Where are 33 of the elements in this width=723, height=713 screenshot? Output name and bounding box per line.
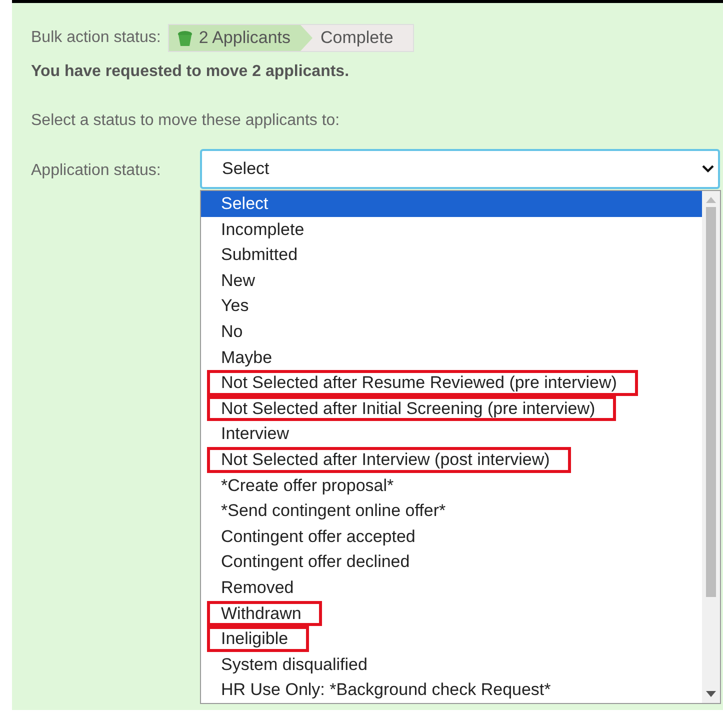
dropdown-option[interactable]: No xyxy=(201,318,702,345)
field-label: Application status: xyxy=(31,161,162,181)
scrollbar[interactable] xyxy=(702,191,720,703)
dropdown-option[interactable]: New xyxy=(201,268,702,294)
dropdown-option[interactable]: Contingent offer accepted xyxy=(201,524,702,550)
dropdown-option[interactable]: Contingent offer declined xyxy=(201,549,702,575)
status-dropdown[interactable]: Select xyxy=(200,149,720,189)
dropdown-option[interactable]: Not Selected after Resume Reviewed (pre interview) xyxy=(207,370,638,396)
dropdown-option[interactable]: Removed xyxy=(201,574,702,600)
dropdown-option[interactable]: *Send contingent online offer* xyxy=(201,498,702,524)
dropdown-option[interactable]: Not Selected after Interview (post interview) xyxy=(207,446,571,473)
dropdown-option[interactable]: Submitted xyxy=(201,242,702,268)
request-message: You have requested to move 2 applicants. xyxy=(31,62,350,82)
dropdown-option[interactable]: Ineligible xyxy=(207,626,310,652)
dropdown-option[interactable]: Interview xyxy=(201,421,702,447)
dropdown-option[interactable]: Withdrawn xyxy=(207,600,322,626)
dropdown-option[interactable]: *Create offer proposal* xyxy=(201,472,702,498)
dropdown-option[interactable]: System disqualified xyxy=(201,652,702,678)
bucket-icon xyxy=(176,30,193,46)
dropdown-option[interactable]: Maybe xyxy=(201,344,702,370)
scroll-down-icon[interactable] xyxy=(706,690,716,697)
dropdown-option[interactable]: Yes xyxy=(201,293,702,319)
scroll-up-icon[interactable] xyxy=(706,197,716,203)
dropdown-option[interactable]: HR Use Only: *Background check Request* xyxy=(201,677,702,703)
dropdown-option[interactable]: Incomplete xyxy=(201,216,702,242)
field-label: Bulk action status: xyxy=(31,28,161,48)
dropdown-option[interactable]: Select xyxy=(201,191,702,217)
chevron-down-icon xyxy=(702,165,714,173)
scrollbar-thumb[interactable] xyxy=(706,207,716,597)
instruction-text: Select a status to move these applicants to: xyxy=(31,111,341,131)
progress-step: Complete xyxy=(312,25,414,51)
dropdown-option[interactable]: Not Selected after Initial Screening (pre interview) xyxy=(207,396,616,422)
progress-step: 2 Applicants xyxy=(168,25,313,51)
